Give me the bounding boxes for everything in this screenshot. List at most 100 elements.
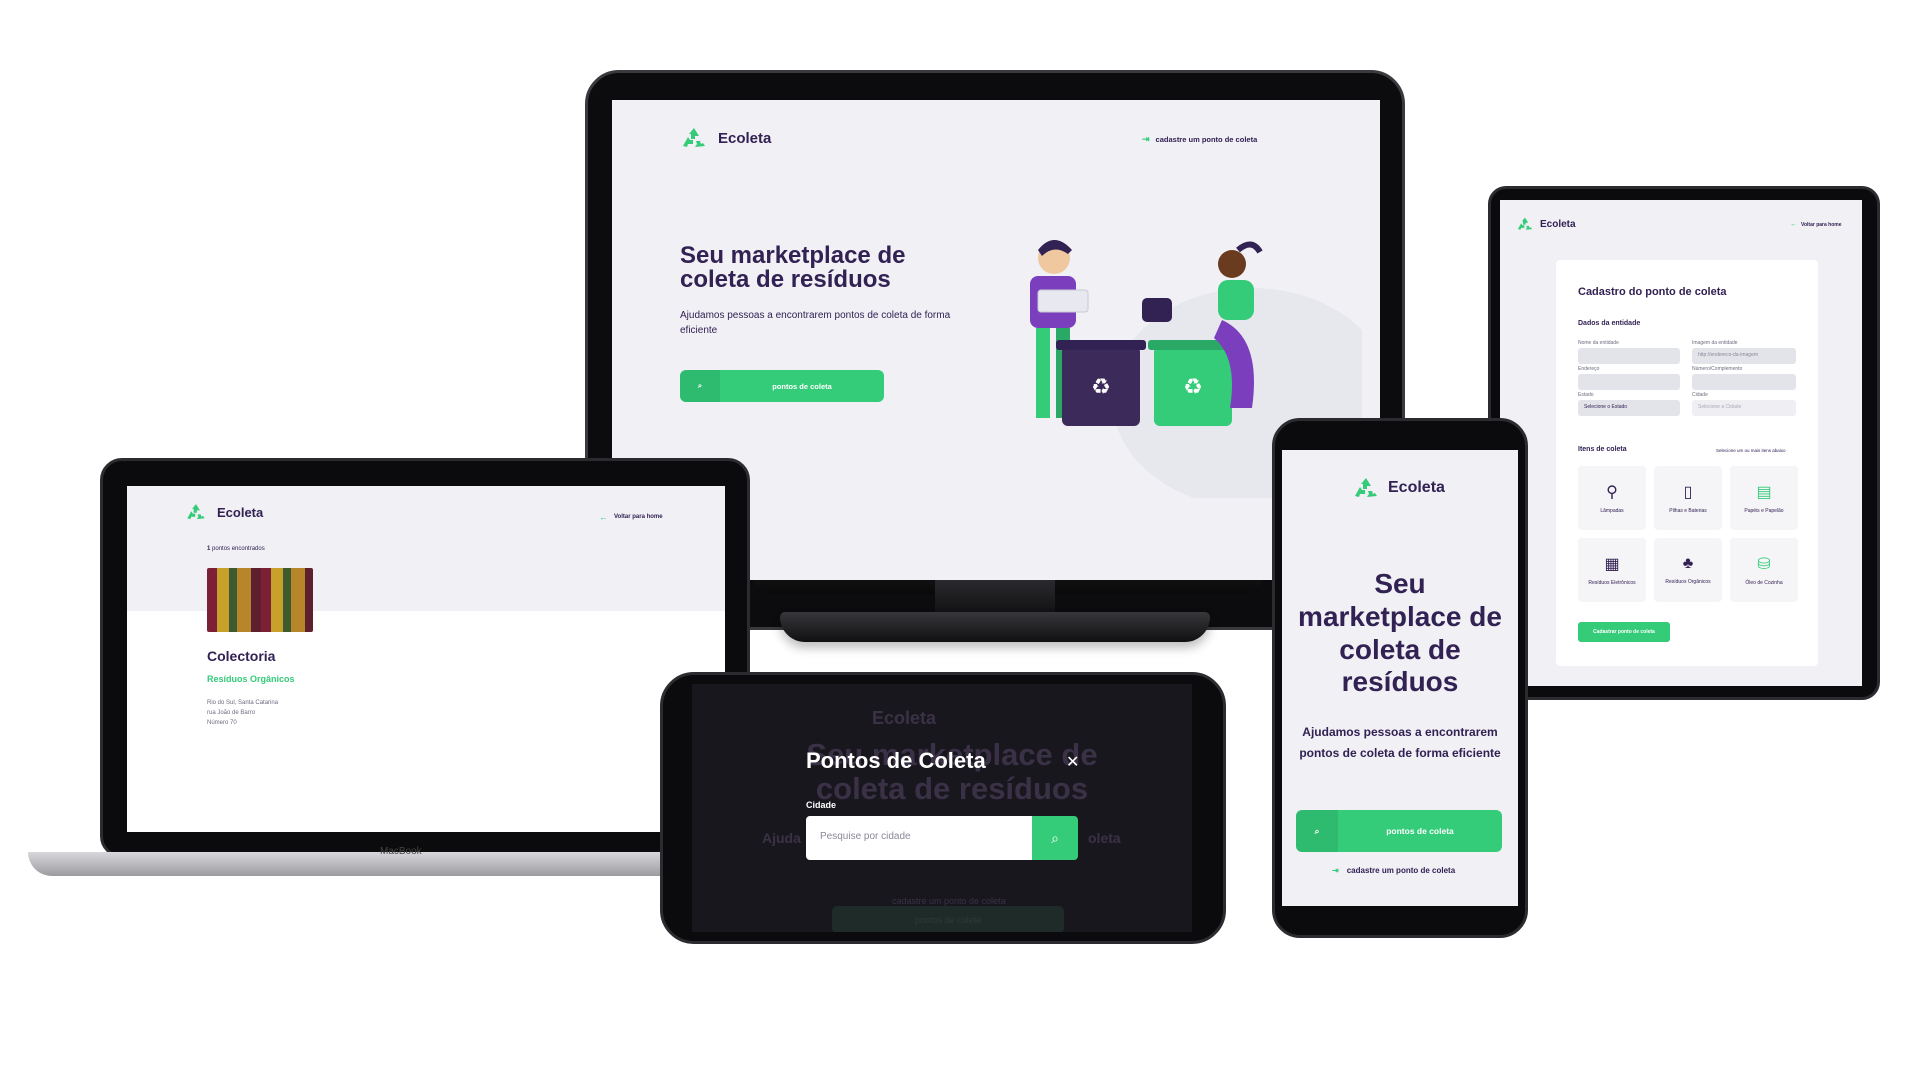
address-line: rua João de Barro xyxy=(207,710,256,717)
address-line: Número 70 xyxy=(207,720,237,727)
city-search-input[interactable]: Pesquise por cidade xyxy=(806,816,1032,860)
number-group: Número/Complemento xyxy=(1692,366,1796,390)
svg-text:♻: ♻ xyxy=(1091,374,1111,399)
item-label: Resíduos Orgânicos xyxy=(1665,579,1711,585)
search-icon: ⌕ xyxy=(680,370,720,402)
city-label: Cidade xyxy=(1692,392,1708,398)
item-label: Óleo de Cozinha xyxy=(1745,580,1783,586)
back-home-label: Voltar para home xyxy=(1801,221,1842,228)
brand-name: Ecoleta xyxy=(1540,218,1576,230)
back-home-label: Voltar para home xyxy=(614,514,663,520)
form-title: Cadastro do ponto de coleta xyxy=(1578,286,1727,298)
name-group: Nome da entidade xyxy=(1578,340,1680,364)
items-hint: Selecione um ou mais itens abaixo xyxy=(1716,448,1786,453)
address-label: Endereço xyxy=(1578,366,1600,372)
items-grid: ⚲ Lâmpadas ▯ Pilhas e Baterias ▤ Papéis e P… xyxy=(1578,466,1798,602)
point-photo[interactable] xyxy=(207,568,313,632)
search-points-button[interactable]: ⌕ pontos de coleta xyxy=(680,370,884,402)
register-link[interactable]: ⇥ cadastre um ponto de coleta xyxy=(1332,866,1482,875)
electronics-icon: ▦ xyxy=(1604,556,1620,573)
point-address: Rio do Sul, Santa Catarina rua João de B… xyxy=(207,698,278,729)
paper-icon: ▤ xyxy=(1756,484,1772,501)
city-group: Cidade Selecione a Cidade xyxy=(1692,392,1796,416)
search-submit-button[interactable]: ⌕ xyxy=(1032,816,1078,860)
results-count-label: pontos encontrados xyxy=(212,546,265,552)
modal-title: Pontos de Coleta xyxy=(806,748,986,773)
login-icon: ⇥ xyxy=(1332,866,1339,875)
logo[interactable]: Ecoleta xyxy=(1516,216,1576,232)
submit-button[interactable]: Cadastrar ponto de coleta xyxy=(1578,622,1670,642)
number-label: Número/Complemento xyxy=(1692,366,1743,372)
search-icon: ⌕ xyxy=(1296,810,1338,852)
city-label: Cidade xyxy=(806,800,837,810)
close-icon[interactable]: ✕ xyxy=(1066,752,1079,772)
search-points-button[interactable]: ⌕ pontos de coleta xyxy=(1296,810,1502,852)
register-link-label: cadastre um ponto de coleta xyxy=(1346,866,1456,875)
arrow-left-icon: ← xyxy=(599,512,608,522)
hero-subtitle: Ajudamos pessoas a encontrarem pontos de… xyxy=(1299,725,1501,760)
city-select[interactable]: Selecione a Cidade xyxy=(1692,400,1796,416)
image-url-input[interactable]: http://endereco-da-imagem xyxy=(1692,348,1796,364)
back-home-link[interactable]: ← Voltar para home xyxy=(1790,221,1841,228)
register-form-card: Cadastro do ponto de coleta Dados da ent… xyxy=(1556,260,1818,666)
landscape-phone-screen: Ecoleta Seu marketplace de coleta de res… xyxy=(692,684,1192,932)
logo[interactable]: Ecoleta xyxy=(1352,476,1445,500)
bg-cta: pontos de coleta xyxy=(832,906,1064,932)
logo[interactable]: Ecoleta xyxy=(680,126,771,150)
organic-icon: ♣ xyxy=(1682,555,1694,572)
address-group: Endereço xyxy=(1578,366,1680,390)
recycle-icon xyxy=(1517,217,1533,230)
section-items: Itens de coleta xyxy=(1578,446,1627,453)
image-group: Imagem da entidade http://endereco-da-im… xyxy=(1692,340,1796,364)
search-icon: ⌕ xyxy=(1051,829,1059,846)
register-link-label: cadastre um ponto de coleta xyxy=(1155,135,1258,144)
recycle-icon xyxy=(683,128,705,147)
hero-title: Seu marketplace de coleta de resíduos xyxy=(680,242,906,294)
brand-name: Ecoleta xyxy=(217,504,264,520)
login-icon: ⇥ xyxy=(1142,134,1150,144)
bg-sub-left: Ajuda xyxy=(762,830,801,846)
item-label: Lâmpadas xyxy=(1600,508,1624,514)
item-electronics[interactable]: ▦ Resíduos Eletrônicos xyxy=(1578,538,1646,602)
item-label: Papéis e Papelão xyxy=(1744,508,1784,514)
laptop-screen: Ecoleta ← Voltar para home 1 pontos enco… xyxy=(127,486,725,832)
register-link[interactable]: ⇥ cadastre um ponto de coleta xyxy=(1142,134,1257,145)
svg-text:♻: ♻ xyxy=(1183,374,1203,399)
oil-icon: ⛁ xyxy=(1757,556,1771,573)
lamp-icon: ⚲ xyxy=(1606,484,1618,501)
search-points-label: pontos de coleta xyxy=(772,381,832,391)
bg-sub-right: oleta xyxy=(1088,830,1121,846)
item-batteries[interactable]: ▯ Pilhas e Baterias xyxy=(1654,466,1722,530)
tablet-screen: Ecoleta ← Voltar para home Cadastro do p… xyxy=(1500,200,1862,686)
state-label: Estado xyxy=(1578,392,1594,398)
bg-brand: Ecoleta xyxy=(872,708,937,728)
hero-subtitle: Ajudamos pessoas a encontrarem pontos de… xyxy=(680,310,951,336)
item-paper[interactable]: ▤ Papéis e Papelão xyxy=(1730,466,1798,530)
results-count-number: 1 xyxy=(207,546,211,552)
brand-name: Ecoleta xyxy=(1388,479,1445,496)
state-select[interactable]: Selecione o Estado xyxy=(1578,400,1680,416)
bg-link: cadastre um ponto de coleta xyxy=(892,896,1006,906)
item-lamps[interactable]: ⚲ Lâmpadas xyxy=(1578,466,1646,530)
arrow-left-icon: ← xyxy=(1790,221,1797,228)
battery-icon: ▯ xyxy=(1683,484,1693,501)
monitor-stand-base xyxy=(780,612,1210,642)
address-input[interactable] xyxy=(1578,374,1680,390)
item-label: Pilhas e Baterias xyxy=(1669,508,1707,514)
point-name[interactable]: Colectoria xyxy=(207,648,275,664)
number-input[interactable] xyxy=(1692,374,1796,390)
logo[interactable]: Ecoleta xyxy=(185,502,263,522)
submit-label: Cadastrar ponto de coleta xyxy=(1593,629,1655,635)
item-label: Resíduos Eletrônicos xyxy=(1588,580,1636,586)
point-category: Resíduos Orgânicos xyxy=(207,674,295,684)
item-oil[interactable]: ⛁ Óleo de Cozinha xyxy=(1730,538,1798,602)
brand-name: Ecoleta xyxy=(718,129,772,147)
state-group: Estado Selecione o Estado xyxy=(1578,392,1680,416)
item-organic[interactable]: ♣ Resíduos Orgânicos xyxy=(1654,538,1722,602)
back-home-link[interactable]: ← Voltar para home xyxy=(599,512,663,522)
address-line: Rio do Sul, Santa Catarina xyxy=(207,700,279,706)
results-count: 1 pontos encontrados xyxy=(207,546,265,552)
recycle-icon xyxy=(1355,478,1377,497)
search-points-label: pontos de coleta xyxy=(1386,826,1454,836)
entity-name-input[interactable] xyxy=(1578,348,1680,364)
